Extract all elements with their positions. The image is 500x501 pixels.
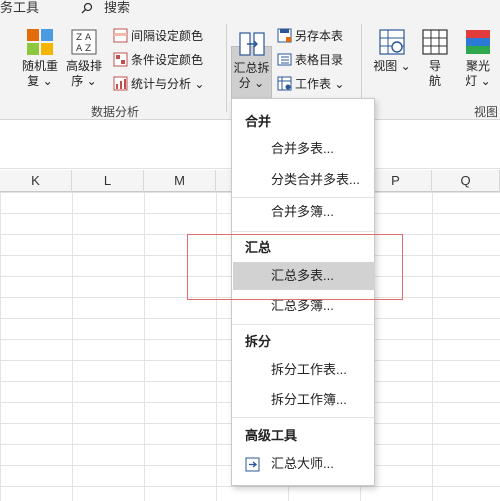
level-sort-button[interactable]: Z A A Z 高级排 序 ⌄ [62,28,106,89]
ribbon-divider [226,24,227,112]
worksheet-icon [277,76,292,91]
spotlight-icon [466,30,490,54]
interval-color-label: 间隔设定颜色 [131,29,204,43]
column-header-k[interactable]: K [0,170,72,192]
merge-split-label-1: 汇总拆 [233,61,270,75]
save-as-table-icon [277,28,292,43]
view-label: 视图 ⌄ [373,59,411,73]
random-sort-button[interactable]: 随机重 复 ⌄ [18,28,62,89]
navigation-label-1: 导 [428,59,441,73]
save-as-table-button[interactable]: 另存本表 [277,28,343,48]
merge-split-button[interactable]: 汇总拆 分 ⌄ [230,30,273,91]
menu-item-merge-multi-book[interactable]: 合并多簿... [233,198,375,226]
svg-text:Z: Z [85,44,91,54]
spotlight-label-2-text: 灯 [465,74,478,88]
interval-color-icon [113,28,128,43]
merge-split-icon [238,32,265,56]
view-button[interactable]: 视图 ⌄ [371,28,413,74]
random-sort-icon [27,29,53,55]
column-header-q[interactable]: Q [432,170,500,192]
interval-color-button[interactable]: 间隔设定颜色 [113,28,203,48]
view-grid-icon [379,29,405,55]
spotlight-button[interactable]: 聚光 灯 ⌄ [456,28,500,89]
level-sort-label-1: 高级排 [65,59,102,73]
view-group-label: 视图 [474,105,499,119]
menu-divider [232,417,374,418]
random-sort-label-1: 随机重 [21,59,58,73]
tab-strip: 务工具 搜索 [0,0,500,18]
menu-item-summary-master-label: 汇总大师... [271,456,334,471]
menu-item-summary-master[interactable]: 汇总大师... [233,450,375,478]
condition-color-button[interactable]: 条件设定颜色 [113,52,203,72]
navigation-button[interactable]: 导 航 [416,28,454,89]
menu-header-advanced: 高级工具 [245,428,298,443]
condition-color-icon [113,52,128,67]
random-sort-label-2-text: 复 [27,74,40,88]
menu-item-category-merge[interactable]: 分类合并多表... [233,166,375,194]
merge-split-label-2-text: 分 [238,76,251,90]
condition-color-label: 条件设定颜色 [131,53,204,67]
navigation-grid-icon [422,29,448,55]
column-header-l[interactable]: L [72,170,144,192]
tab-tools-fragment[interactable]: 务工具 [0,0,39,16]
level-sort-label-2: 序 ⌄ [71,74,97,88]
summary-master-icon [245,457,260,472]
table-directory-icon [277,53,292,66]
svg-text:Z: Z [76,33,82,43]
menu-item-split-workbook[interactable]: 拆分工作簿... [233,386,375,414]
stats-analysis-icon [113,76,128,91]
table-directory-button[interactable]: 表格目录 [277,52,343,72]
save-as-table-label: 另存本表 [295,29,344,43]
table-directory-label: 表格目录 [295,53,344,67]
navigation-label-2: 航 [428,74,441,88]
menu-item-merge-multi-table[interactable]: 合并多表... [233,135,375,163]
search-label[interactable]: 搜索 [104,0,130,16]
level-sort-label-2-text: 序 [71,74,84,88]
menu-header-merge: 合并 [245,114,272,129]
random-sort-label-2: 复 ⌄ [27,74,53,88]
view-label-text: 视图 [373,59,398,73]
spotlight-label-1: 聚光 [465,59,490,73]
search-icon[interactable] [81,2,93,14]
spotlight-label-2: 灯 ⌄ [465,74,491,88]
highlight-annotation-box [187,234,403,300]
merge-split-label-2: 分 ⌄ [238,76,265,90]
column-header-m[interactable]: M [144,170,216,192]
menu-divider [232,231,374,232]
data-analysis-group-label: 数据分析 [91,105,140,119]
worksheet-label: 工作表 [295,77,332,91]
menu-header-split: 拆分 [245,334,272,349]
stats-analysis-button[interactable]: 统计与分析 ⌄ [113,76,204,96]
svg-text:A: A [76,44,83,54]
sort-az-icon: Z A A Z [71,29,97,55]
menu-divider [232,324,374,325]
stats-analysis-label: 统计与分析 [131,77,192,91]
svg-text:A: A [85,33,92,43]
menu-item-split-worksheet[interactable]: 拆分工作表... [233,356,375,384]
worksheet-button[interactable]: 工作表 ⌄ [277,76,344,96]
